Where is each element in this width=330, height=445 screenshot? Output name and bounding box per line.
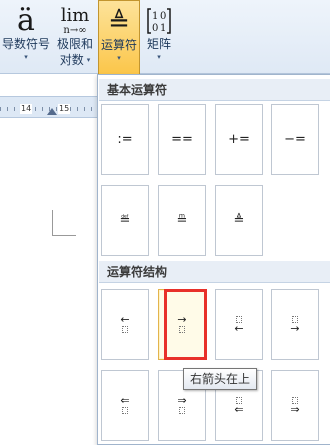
operator-symbol: ≜	[233, 213, 245, 228]
derivative-symbol-label: 导数符号	[1, 37, 50, 51]
derivative-symbol-button[interactable]: ä 导数符号 ▾	[0, 0, 52, 74]
svg-text:1: 1	[152, 11, 158, 22]
svg-text:0: 0	[152, 23, 158, 34]
limit-and-log-label-2: 对数 ▾	[60, 52, 91, 68]
double-left-arrow-icon: ⇐	[234, 403, 244, 416]
operator-label: 运算符	[100, 38, 137, 52]
chevron-down-icon: ▾	[86, 56, 91, 64]
operator-symbol: ≝	[119, 213, 131, 228]
operator-measured-by[interactable]: ≞	[158, 185, 206, 256]
limit-glyph: lim	[60, 5, 90, 26]
limit-and-log-label-2-text: 对数	[59, 53, 84, 67]
structure-double-left-arrow-below[interactable]: ⇐	[101, 370, 149, 441]
operator-symbol: −=	[284, 132, 306, 147]
svg-text:0: 0	[160, 11, 166, 22]
limit-and-log-button[interactable]: lim n→∞ 极限和 对数 ▾	[53, 0, 97, 74]
limit-icon: lim n→∞	[60, 0, 90, 37]
operator-plus-equals[interactable]: +=	[215, 104, 263, 175]
right-arrow-icon: →	[290, 322, 300, 335]
right-arrow-icon: →	[177, 313, 187, 326]
structure-left-arrow-below[interactable]: ←	[101, 289, 149, 360]
double-right-arrow-icon: ⇒	[177, 394, 187, 407]
indent-marker[interactable]	[47, 108, 57, 115]
structure-right-arrow-below[interactable]: →	[158, 289, 206, 360]
ruler-mark-14: 14	[20, 104, 33, 114]
tooltip: 右箭头在上	[183, 368, 258, 390]
operator-symbol: :=	[117, 132, 133, 147]
operator-symbol: ≞	[176, 213, 188, 228]
operator-icon: ≜	[108, 8, 130, 38]
basic-operators-header: 基本运算符	[99, 79, 330, 101]
double-right-arrow-icon: ⇒	[290, 403, 300, 416]
operator-structures-header: 运算符结构	[99, 261, 330, 283]
left-arrow-icon: ←	[120, 313, 130, 326]
margin-corner-horizontal	[52, 235, 76, 236]
operator-double-equals[interactable]: ==	[158, 104, 206, 175]
operator-button[interactable]: ≜ 运算符 ▾	[98, 0, 140, 74]
operator-delta-equal[interactable]: ≜	[215, 185, 263, 256]
placeholder-box	[122, 326, 128, 333]
limit-and-log-label-1: 极限和	[56, 37, 93, 51]
matrix-label: 矩阵	[146, 37, 171, 51]
placeholder-box	[122, 407, 128, 414]
operator-equal-by-definition[interactable]: ≝	[101, 185, 149, 256]
limit-subscript: n→∞	[63, 25, 87, 36]
matrix-icon: 1 0 0 1	[146, 0, 172, 36]
matrix-button[interactable]: 1 0 0 1 矩阵 ▾	[141, 0, 177, 74]
ruler-mark-15: 15	[58, 104, 71, 114]
chevron-down-icon: ▾	[24, 53, 28, 61]
placeholder-box	[179, 407, 185, 414]
derivative-icon: ä	[17, 3, 35, 38]
margin-corner-vertical	[52, 210, 53, 236]
structure-right-arrow-above[interactable]: →	[271, 289, 319, 360]
operator-symbol: ==	[171, 132, 193, 147]
ribbon: ä 导数符号 ▾ lim n→∞ 极限和 对数 ▾ ≜ 运算符 ▾ 1 0 0 …	[0, 0, 330, 74]
document-area[interactable]: 14 15	[0, 74, 98, 445]
chevron-down-icon: ▾	[157, 53, 161, 61]
operator-colon-equals[interactable]: :=	[101, 104, 149, 175]
double-left-arrow-icon: ⇐	[120, 394, 130, 407]
operator-minus-equals[interactable]: −=	[271, 104, 319, 175]
left-arrow-icon: ←	[234, 322, 244, 335]
chevron-down-icon: ▾	[117, 54, 121, 62]
operator-symbol: +=	[228, 132, 250, 147]
structure-double-right-arrow-above[interactable]: ⇒	[271, 370, 319, 441]
svg-text:1: 1	[160, 23, 166, 34]
structure-left-arrow-above[interactable]: ←	[215, 289, 263, 360]
placeholder-box	[179, 326, 185, 333]
